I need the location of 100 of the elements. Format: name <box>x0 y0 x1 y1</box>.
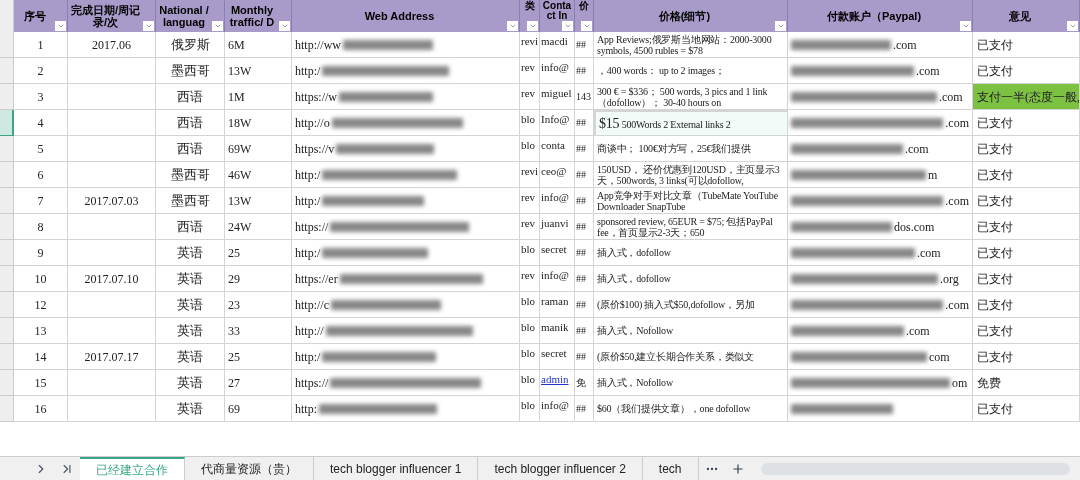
row-header[interactable] <box>0 162 14 188</box>
note-text: 支付一半(态度一般, <box>977 88 1079 106</box>
url-text: http:/ <box>295 62 321 80</box>
table-cell: 33 <box>225 318 292 344</box>
selected-cell-frame[interactable]: App Reviews;俄罗斯当地网站：2000-3000 symbols, 4500 rubles = $78 <box>594 32 788 58</box>
table-cell-text: .com <box>917 244 941 262</box>
row-header[interactable] <box>0 58 14 84</box>
filter-button[interactable] <box>507 21 518 31</box>
selected-cell-frame[interactable]: $60（我们提供文章），one dofollow <box>594 396 788 422</box>
table-cell: blo <box>521 295 536 307</box>
selected-cell-frame[interactable]: 商谈中； 100€对方写，25€我们提供 <box>594 136 788 162</box>
table-cell: 2 <box>14 58 68 84</box>
table-cell: 2017.07.10 <box>68 266 156 292</box>
caret-icon <box>56 22 65 30</box>
filter-button[interactable] <box>527 21 538 31</box>
email-link[interactable]: admin <box>541 373 569 385</box>
selected-cell-frame[interactable]: 插入式，Nofollow <box>594 318 788 344</box>
price-detail-text: (原价$50,建立长期合作关系，类似文 <box>597 351 755 362</box>
table-cell: 墨西哥 <box>156 162 225 188</box>
corner-cell[interactable] <box>0 0 14 32</box>
selected-cell-frame[interactable]: 插入式，Nofollow <box>594 370 788 396</box>
selected-cell-frame[interactable]: 150USD， 还价优惠到120USD，主页显示3天，500words, 3 links(可以dofollow, <box>594 162 788 188</box>
table-cell: ## <box>576 273 586 284</box>
column-header: 付款账户（Paypal) <box>825 9 923 22</box>
table-cell: 27 <box>225 370 292 396</box>
row-header[interactable] <box>0 318 14 344</box>
table-cell: 俄罗斯 <box>156 32 225 58</box>
selected-cell-frame[interactable]: ，400 words： up to 2 images； <box>594 58 788 84</box>
filter-button[interactable] <box>1067 21 1078 31</box>
table-cell: secret <box>541 243 567 255</box>
row-header[interactable] <box>0 344 14 370</box>
table-cell-text: .com <box>945 192 969 210</box>
selected-cell-frame[interactable]: (原价$50,建立长期合作关系，类似文 <box>594 344 788 370</box>
row-header[interactable] <box>0 188 14 214</box>
row-header[interactable] <box>0 370 14 396</box>
table-cell: 9 <box>14 240 68 266</box>
table-cell: info@ <box>541 61 569 73</box>
filter-button[interactable] <box>279 21 290 31</box>
table-cell: 英语 <box>156 344 225 370</box>
selected-cell-frame[interactable]: App竞争对手对比文章（TubeMate YouTube Downloader SnapTube <box>594 188 788 214</box>
filter-button[interactable] <box>581 21 592 31</box>
table-cell: rev <box>521 269 536 281</box>
row-header[interactable] <box>0 214 14 240</box>
row-header[interactable] <box>0 110 14 136</box>
filter-button[interactable] <box>562 21 573 31</box>
column-header: 意见 <box>1008 9 1032 22</box>
selected-cell-frame[interactable]: $15 500Words 2 External links 2 <box>594 110 788 136</box>
table-cell: 14 <box>14 344 68 370</box>
filter-button[interactable] <box>143 21 154 31</box>
caret-icon <box>776 22 785 30</box>
filter-button[interactable] <box>55 21 66 31</box>
filter-button[interactable] <box>960 21 971 31</box>
table-cell: ## <box>576 39 586 50</box>
row-header[interactable] <box>0 240 14 266</box>
filter-button[interactable] <box>775 21 786 31</box>
table-cell: info@ <box>541 399 569 411</box>
note-text: 已支付 <box>977 218 1013 236</box>
sheet-tab[interactable]: 代商量资源（贵） <box>185 457 314 480</box>
url-text: http:/ <box>295 166 321 184</box>
url-text: https://er <box>295 270 338 288</box>
note-text: 已支付 <box>977 322 1013 340</box>
row-header[interactable] <box>0 396 14 422</box>
table-cell: ## <box>576 117 586 128</box>
table-cell: 29 <box>225 266 292 292</box>
table-cell: 23 <box>225 292 292 318</box>
table-cell: 18W <box>225 110 292 136</box>
table-cell: 西语 <box>156 110 225 136</box>
table-cell: manik <box>541 321 569 333</box>
table-cell: 英语 <box>156 370 225 396</box>
table-cell: rev <box>521 87 536 99</box>
selected-cell-frame[interactable]: 插入式，dofollow <box>594 266 788 292</box>
table-cell: 1M <box>225 84 292 110</box>
selected-cell-frame[interactable]: sponsored review, 65EUR = $75; 包括PayPal fee，首页显示2-3天；650 <box>594 214 788 240</box>
table-cell: 英语 <box>156 396 225 422</box>
filter-button[interactable] <box>212 21 223 31</box>
url-text: https://w <box>295 88 337 106</box>
note-text: 已支付 <box>977 348 1013 366</box>
price-detail-text: 插入式，Nofollow <box>597 377 673 388</box>
row-header[interactable] <box>0 84 14 110</box>
column-header: Monthly traffic/ D <box>228 3 276 28</box>
table-cell: conta <box>541 139 565 151</box>
sheet-tab[interactable]: tech blogger influencer 2 <box>478 457 643 480</box>
table-cell: 英语 <box>156 292 225 318</box>
row-header[interactable] <box>0 266 14 292</box>
selected-cell-frame[interactable]: (原价$100) 插入式$50,dofollow，另加 <box>594 292 788 318</box>
row-header[interactable] <box>0 32 14 58</box>
caret-icon <box>961 22 970 30</box>
table-cell: 12 <box>14 292 68 318</box>
table-cell: 24W <box>225 214 292 240</box>
table-cell: 西语 <box>156 84 225 110</box>
sheet-tab[interactable]: tech blogger influencer 1 <box>314 457 479 480</box>
sheet-tab[interactable]: tech <box>642 457 699 480</box>
row-header[interactable] <box>0 136 14 162</box>
add-sheet-icon[interactable] <box>730 461 745 476</box>
price-detail-text: App Reviews;俄罗斯当地网站：2000-3000 symbols, 4500 rubles = $78 <box>597 33 773 56</box>
row-header[interactable] <box>0 292 14 318</box>
table-cell-text: .com <box>893 36 917 54</box>
url-text: http:/ <box>295 192 321 210</box>
table-cell: blo <box>521 373 536 385</box>
selected-cell-frame[interactable]: 插入式，dofollow <box>594 240 788 266</box>
